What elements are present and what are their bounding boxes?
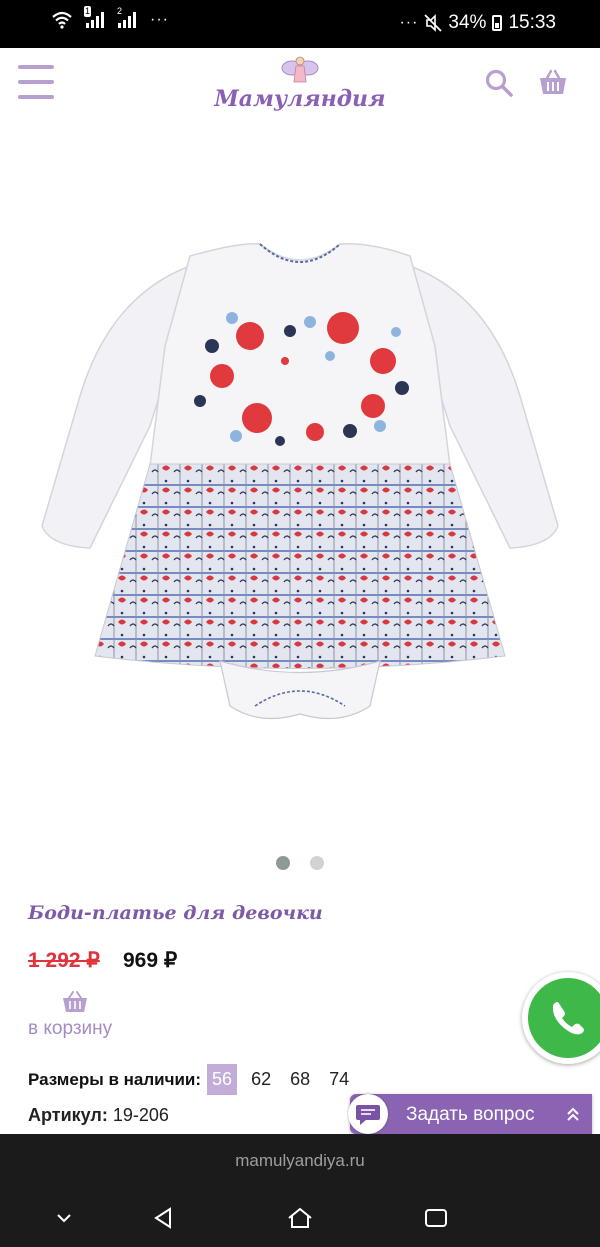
gallery-pagination (0, 856, 600, 870)
browser-url-bar[interactable]: mamulyandiya.ru (0, 1134, 600, 1188)
battery-icon (492, 15, 503, 31)
home-icon[interactable] (285, 1204, 315, 1232)
basket-icon (63, 991, 87, 1012)
signal-sim1-icon: 1 (84, 6, 104, 28)
chat-icon (356, 1105, 380, 1125)
size-option-62[interactable]: 62 (246, 1064, 276, 1095)
sim1-badge: 1 (84, 6, 92, 17)
wifi-icon (52, 11, 72, 29)
call-button[interactable] (522, 972, 600, 1064)
add-to-cart-button[interactable]: в корзину (28, 990, 128, 1042)
product-photo (41, 243, 559, 720)
site-logo[interactable]: Мамуляндия (200, 52, 400, 122)
chevrons-up-icon (567, 1107, 579, 1121)
basket-icon[interactable] (536, 68, 570, 98)
chevron-down-icon[interactable] (50, 1204, 78, 1232)
battery-percent: 34% (448, 12, 487, 33)
ask-question-label: Задать вопрос (406, 1104, 535, 1125)
url-text: mamulyandiya.ru (235, 1151, 365, 1170)
status-bar: 1 2 ··· ··· 34% 15:33 (0, 0, 600, 48)
size-option-74[interactable]: 74 (324, 1064, 354, 1095)
chat-bubble (348, 1094, 388, 1134)
menu-icon[interactable] (18, 65, 54, 105)
article-label: Артикул: (28, 1105, 108, 1125)
add-to-cart-label: в корзину (28, 1018, 113, 1039)
clock: 15:33 (508, 12, 556, 33)
recent-apps-icon[interactable] (422, 1204, 450, 1232)
site-header: Мамуляндия (0, 48, 600, 126)
old-price: 1 292 ₽ (28, 949, 100, 972)
signal-sim2-icon: 2 (117, 6, 136, 28)
status-more: ··· (399, 14, 419, 31)
size-option-68[interactable]: 68 (285, 1064, 315, 1095)
ask-question-button[interactable]: Задать вопрос (348, 1094, 592, 1134)
search-icon[interactable] (484, 68, 514, 98)
mute-icon (424, 14, 443, 32)
available-sizes: Размеры в наличии: 56 62 68 74 (28, 1064, 363, 1095)
article-value: 19-206 (112, 1105, 169, 1125)
article-number: Артикул: 19-206 (28, 1105, 169, 1126)
logo-text: Мамуляндия (214, 86, 386, 112)
product-title: Боди-платье для девочки (28, 902, 323, 924)
gallery-dot-1[interactable] (276, 856, 290, 870)
current-price: 969 ₽ (123, 949, 178, 972)
back-icon[interactable] (150, 1204, 178, 1232)
sim2-badge: 2 (117, 6, 123, 16)
phone-icon (552, 1002, 584, 1035)
product-gallery[interactable] (0, 126, 600, 846)
status-overflow: ··· (150, 11, 169, 28)
gallery-dot-2[interactable] (310, 856, 324, 870)
size-option-56[interactable]: 56 (207, 1064, 238, 1095)
call-button-fill (528, 978, 600, 1058)
sizes-label: Размеры в наличии: (28, 1069, 202, 1089)
system-nav-bar (0, 1188, 600, 1247)
